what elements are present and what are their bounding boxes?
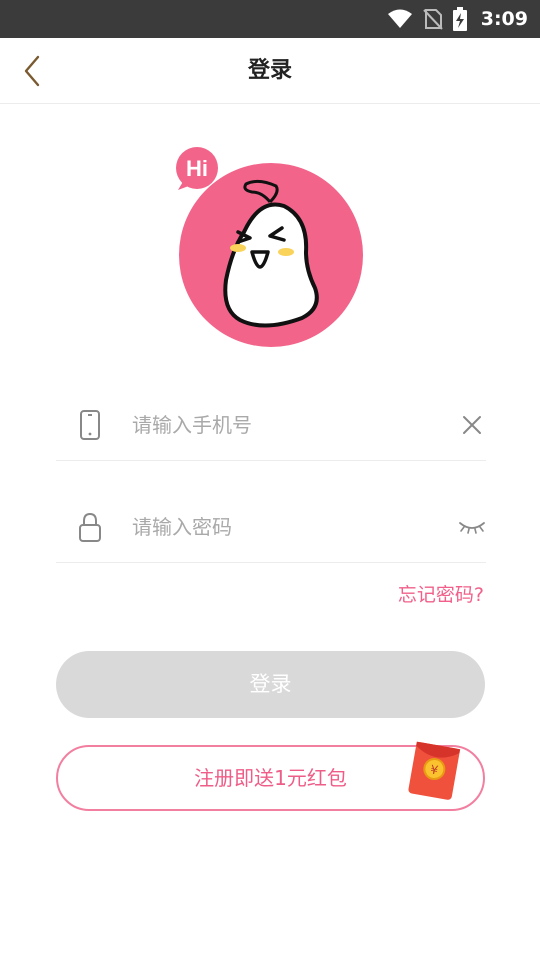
forgot-password-link[interactable]: 忘记密码? bbox=[398, 580, 484, 607]
avatar: Hi bbox=[172, 140, 372, 355]
phone-field-row bbox=[56, 391, 486, 461]
mascot-illustration: Hi bbox=[176, 147, 363, 347]
clear-icon bbox=[463, 416, 481, 434]
battery-charging-icon bbox=[452, 7, 467, 31]
red-packet-icon: ¥ bbox=[408, 741, 461, 800]
login-screen: 3:09 登录 Hi 请输入手机号 忘记密码? 登录 注册即送1元红包 ¥ bbox=[0, 0, 540, 960]
login-button[interactable]: 登录 bbox=[56, 651, 485, 718]
lock-icon bbox=[79, 512, 101, 542]
hi-badge: Hi bbox=[176, 147, 218, 190]
page-title: 登录 bbox=[247, 58, 292, 83]
status-bar: 3:09 bbox=[0, 0, 540, 38]
wifi-icon bbox=[387, 9, 412, 28]
nav-bar: 登录 bbox=[0, 38, 540, 104]
no-sim-icon bbox=[423, 9, 443, 30]
eye-closed-icon bbox=[459, 522, 485, 534]
phone-input[interactable] bbox=[132, 403, 432, 447]
status-time: 3:09 bbox=[480, 8, 528, 30]
phone-icon bbox=[80, 410, 100, 440]
clear-button[interactable] bbox=[458, 411, 486, 439]
password-field-row bbox=[56, 493, 486, 563]
status-icons: 3:09 bbox=[387, 0, 528, 38]
password-input[interactable] bbox=[132, 505, 432, 549]
svg-text:Hi: Hi bbox=[186, 156, 208, 181]
toggle-password-button[interactable] bbox=[458, 513, 486, 541]
